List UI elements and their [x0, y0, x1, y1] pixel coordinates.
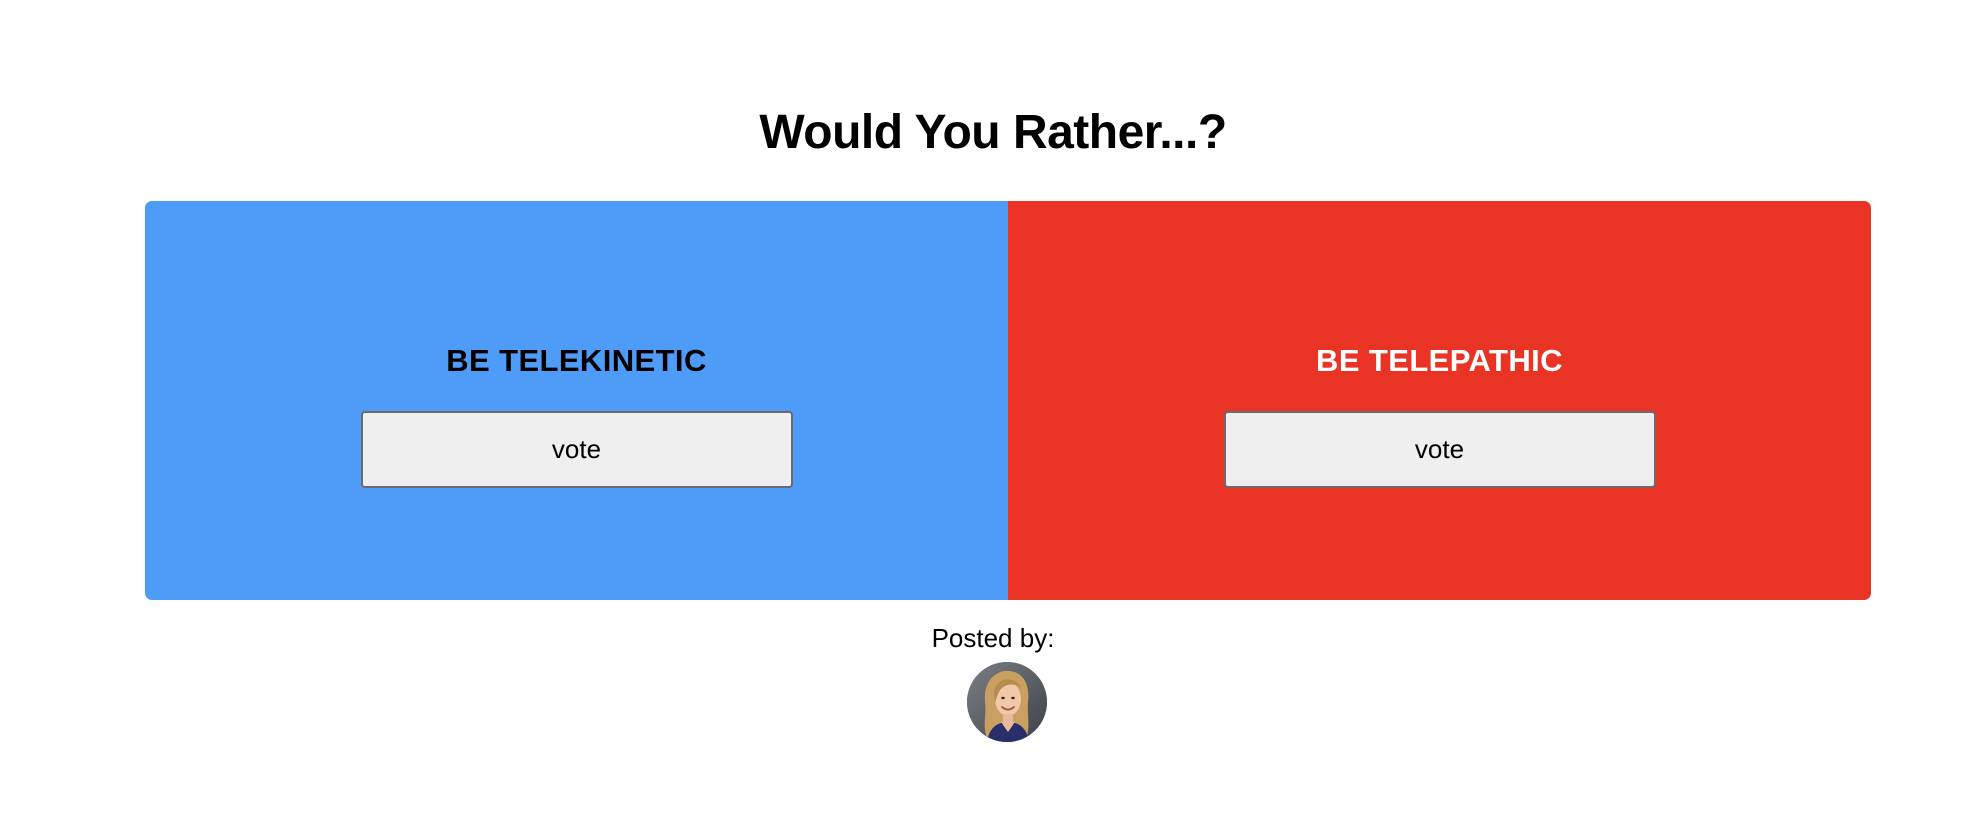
posted-by-label: Posted by:	[931, 623, 1055, 653]
option-card-telekinetic: BE TELEKINETIC vote	[145, 201, 1008, 600]
avatar[interactable]	[967, 662, 1047, 742]
options-panel: BE TELEKINETIC vote BE TELEPATHIC vote	[145, 201, 1871, 600]
option-label-telepathic: BE TELEPATHIC	[1316, 343, 1563, 378]
option-label-telekinetic: BE TELEKINETIC	[446, 343, 707, 378]
vote-button-telepathic[interactable]: vote	[1223, 411, 1656, 488]
vote-button-telekinetic[interactable]: vote	[360, 411, 793, 488]
user-avatar-photo-icon	[967, 662, 1047, 742]
page-title: Would You Rather...?	[759, 106, 1227, 159]
option-card-telepathic: BE TELEPATHIC vote	[1008, 201, 1871, 600]
